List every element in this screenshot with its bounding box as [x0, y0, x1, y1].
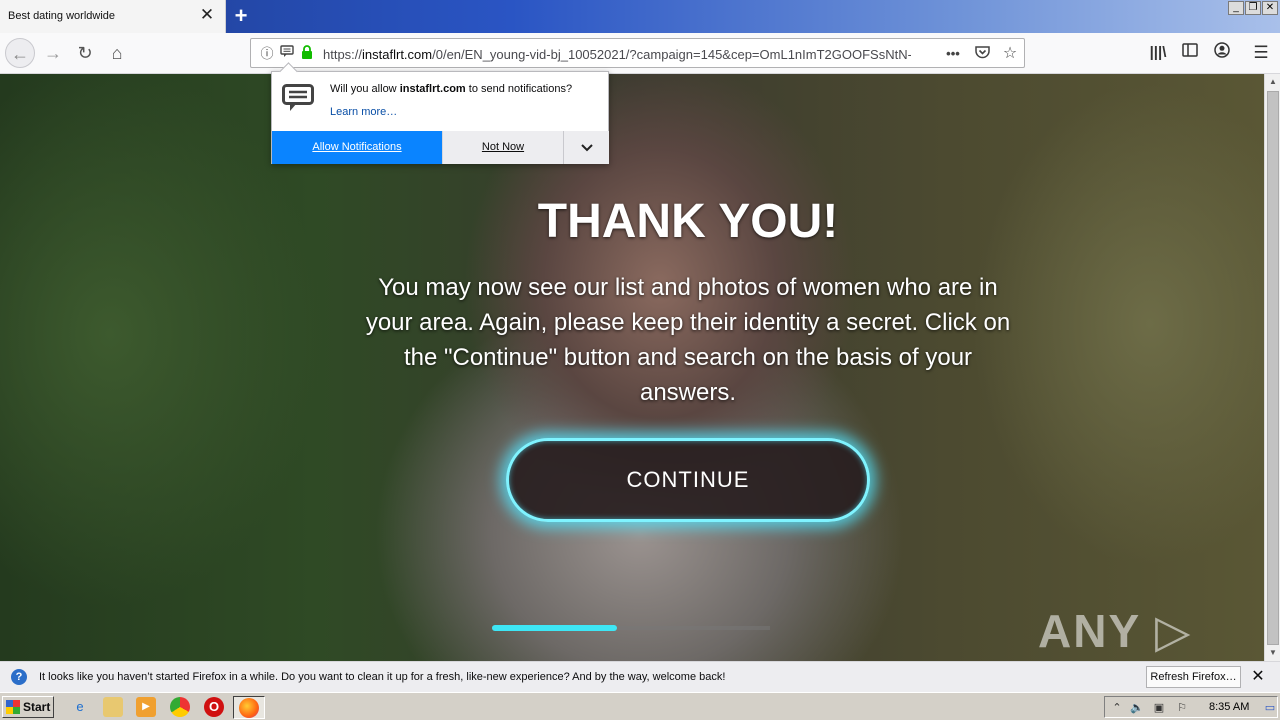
page-scrollbar[interactable]: ▲ ▼: [1264, 74, 1280, 661]
infobar-message: It looks like you haven’t started Firefo…: [39, 671, 726, 683]
minimize-icon[interactable]: _: [1228, 1, 1244, 15]
new-tab-button[interactable]: +: [228, 3, 254, 29]
scroll-thumb[interactable]: [1267, 91, 1279, 645]
home-button[interactable]: ⌂: [102, 38, 132, 68]
flag-icon[interactable]: ⚐: [1175, 701, 1189, 715]
page-content: THANK YOU! You may now see our list and …: [0, 74, 1264, 661]
windows-logo-icon: [6, 700, 20, 714]
infobar-close-icon[interactable]: ✕: [1250, 668, 1266, 686]
volume-icon[interactable]: 🔈: [1130, 701, 1144, 715]
back-button[interactable]: ←: [5, 38, 35, 68]
firefox-refresh-infobar: ? It looks like you haven’t started Fire…: [0, 661, 1280, 692]
bookmark-star-icon[interactable]: ☆: [1001, 45, 1019, 63]
pocket-icon[interactable]: [973, 45, 991, 63]
url-host: instaflrt.com: [362, 47, 433, 62]
notification-message: Will you allow instaflrt.com to send not…: [330, 83, 572, 95]
page-body-text: You may now see our list and photos of w…: [365, 274, 1011, 406]
sidebar-icon[interactable]: [1179, 42, 1201, 64]
url-text: https://instaflrt.com/0/en/EN_young-vid-…: [323, 47, 911, 62]
chrome-icon[interactable]: [170, 697, 190, 717]
notification-message-host: instaflrt.com: [399, 83, 466, 95]
windows-taskbar: Start e ▶ O ⌃ 🔈 ▣ ⚐ 8:35 AM ▭: [0, 692, 1280, 720]
notification-message-suffix: to send notifications?: [465, 83, 573, 95]
firefox-taskbar-button[interactable]: [233, 696, 265, 719]
tray-expand-icon[interactable]: ⌃: [1110, 701, 1124, 715]
scroll-up-icon[interactable]: ▲: [1265, 74, 1280, 90]
account-icon[interactable]: [1211, 42, 1233, 64]
tab-close-icon[interactable]: ✕: [199, 6, 215, 23]
start-label: Start: [23, 700, 51, 714]
media-player-icon[interactable]: ▶: [136, 697, 156, 717]
show-desktop-icon[interactable]: ▭: [1263, 701, 1277, 715]
forward-button[interactable]: →: [38, 38, 68, 68]
allow-notifications-button[interactable]: Allow Notifications: [272, 131, 442, 164]
system-tray: ⌃ 🔈 ▣ ⚐ 8:35 AM ▭: [1104, 696, 1278, 718]
firefox-icon: [239, 698, 259, 718]
start-button[interactable]: Start: [2, 696, 54, 718]
tab-active[interactable]: Best dating worldwide ✕: [0, 0, 226, 33]
anyrun-watermark: ANY ▷ RUN: [1038, 605, 1193, 661]
refresh-firefox-button[interactable]: Refresh Firefox…: [1146, 666, 1241, 688]
library-icon[interactable]: |||\: [1147, 42, 1169, 64]
chat-bubble-icon: [282, 84, 314, 112]
close-window-icon[interactable]: ✕: [1262, 1, 1278, 15]
not-now-button[interactable]: Not Now: [442, 131, 563, 164]
more-options-dropdown[interactable]: [563, 131, 609, 164]
menu-hamburger-icon[interactable]: ☰: [1250, 42, 1272, 64]
notification-message-prefix: Will you allow: [330, 83, 400, 95]
url-path: /0/en/EN_young-vid-bj_10052021/?campaign…: [432, 47, 911, 62]
notification-permission-popup: Will you allow instaflrt.com to send not…: [271, 71, 609, 164]
notification-permission-icon[interactable]: [278, 45, 296, 63]
folder-icon[interactable]: [103, 697, 123, 717]
restore-icon[interactable]: ❐: [1245, 1, 1261, 15]
scroll-down-icon[interactable]: ▼: [1265, 645, 1280, 661]
question-icon: ?: [11, 669, 27, 685]
chevron-down-icon: [580, 140, 593, 155]
opera-icon[interactable]: O: [204, 697, 224, 717]
page-actions-icon[interactable]: •••: [944, 45, 962, 63]
learn-more-link[interactable]: Learn more…: [330, 106, 397, 118]
clock: 8:35 AM: [1209, 701, 1250, 713]
url-bar[interactable]: ⓘ https://instaflrt.com/0/en/EN_young-vi…: [250, 38, 1025, 68]
tab-strip: Best dating worldwide ✕ + _ ❐ ✕: [0, 0, 1280, 33]
progress-bar: [492, 625, 770, 631]
nav-bar: ← → ↻ ⌂ ⓘ https://instaflrt.com/0/en/EN_…: [0, 33, 1280, 74]
page-headline: THANK YOU!: [537, 195, 839, 248]
progress-fill: [492, 625, 618, 631]
url-prefix: https://: [323, 47, 363, 62]
reload-button[interactable]: ↻: [70, 38, 100, 68]
info-circle-icon[interactable]: ⓘ: [258, 45, 276, 63]
network-icon[interactable]: ▣: [1152, 701, 1166, 715]
ie-icon[interactable]: e: [70, 697, 90, 717]
continue-button[interactable]: CONTINUE: [506, 438, 870, 522]
lock-icon[interactable]: [298, 45, 316, 63]
tab-title: Best dating worldwide: [8, 10, 116, 22]
